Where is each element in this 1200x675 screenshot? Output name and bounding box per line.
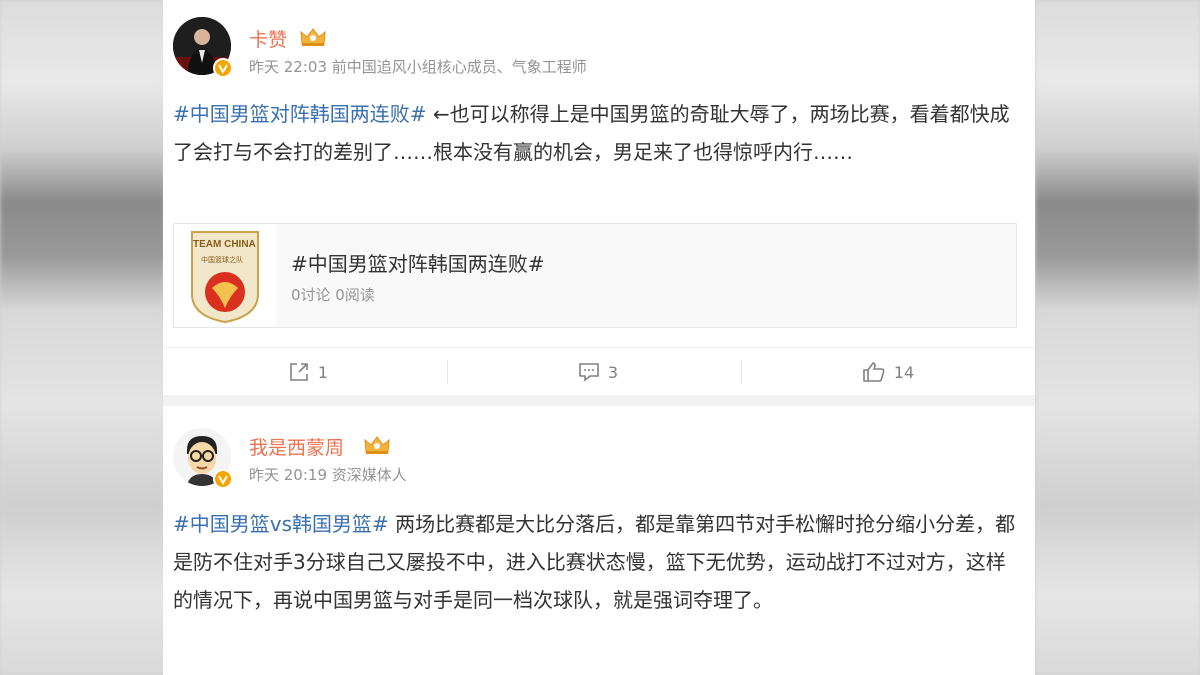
logo-text-top: TEAM CHINA [193, 239, 256, 250]
comment-count: 3 [607, 362, 619, 382]
post-meta: 昨天 22:03 前中国追风小组核心成员、气象工程师 [249, 56, 587, 77]
comment-button[interactable]: 3 [453, 348, 743, 396]
vip-crown-icon [364, 436, 390, 454]
blurred-background-left [0, 0, 165, 675]
post-card: 我是西蒙周 昨天 20:19 资深媒体人 #中国男篮vs韩国男篮# 两场比赛都是… [163, 406, 1035, 675]
share-icon [290, 363, 308, 381]
action-divider [447, 360, 448, 384]
like-count: 14 [893, 362, 915, 382]
logo-text-sub: 中国篮球之队 [201, 256, 243, 264]
vip-crown-icon [300, 28, 326, 46]
share-count: 1 [317, 362, 329, 382]
post-card: 卡赞 昨天 22:03 前中国追风小组核心成员、气象工程师 #中国男篮对阵韩国两… [163, 0, 1035, 395]
team-china-logo: TEAM CHINA 中国篮球之队 [174, 224, 276, 327]
topic-stats: 0讨论 0阅读 [291, 286, 375, 304]
post-body: #中国男篮vs韩国男篮# 两场比赛都是大比分落后，都是靠第四节对手松懈时抢分缩小… [173, 505, 1023, 619]
weibo-feed: 卡赞 昨天 22:03 前中国追风小组核心成员、气象工程师 #中国男篮对阵韩国两… [163, 0, 1035, 675]
post-time[interactable]: 昨天 20:19 [249, 466, 327, 484]
topic-title[interactable]: #中国男篮对阵韩国两连败# [291, 248, 545, 277]
comment-icon [579, 363, 599, 382]
hashtag-link[interactable]: #中国男篮对阵韩国两连败# [173, 102, 427, 126]
hashtag-link[interactable]: #中国男篮vs韩国男篮# [173, 512, 389, 536]
action-divider [741, 360, 742, 384]
share-button[interactable]: 1 [163, 348, 453, 396]
blurred-background-right [1035, 0, 1200, 675]
post-meta: 昨天 20:19 资深媒体人 [249, 464, 407, 485]
post-body: #中国男篮对阵韩国两连败# ←也可以称得上是中国男篮的奇耻大辱了，两场比赛，看着… [173, 95, 1023, 171]
username[interactable]: 卡赞 [249, 25, 287, 52]
verified-v-icon [213, 58, 233, 78]
thumbs-up-icon [863, 362, 885, 382]
username[interactable]: 我是西蒙周 [249, 433, 344, 460]
post-time[interactable]: 昨天 22:03 [249, 58, 327, 76]
like-button[interactable]: 14 [743, 348, 1033, 396]
user-bio: 前中国追风小组核心成员、气象工程师 [331, 58, 587, 76]
topic-card[interactable]: TEAM CHINA 中国篮球之队 #中国男篮对阵韩国两连败# 0讨论 0阅读 [173, 223, 1017, 328]
user-bio: 资深媒体人 [331, 466, 407, 484]
post-actions: 1 3 14 [163, 347, 1035, 395]
verified-v-icon [213, 469, 233, 489]
